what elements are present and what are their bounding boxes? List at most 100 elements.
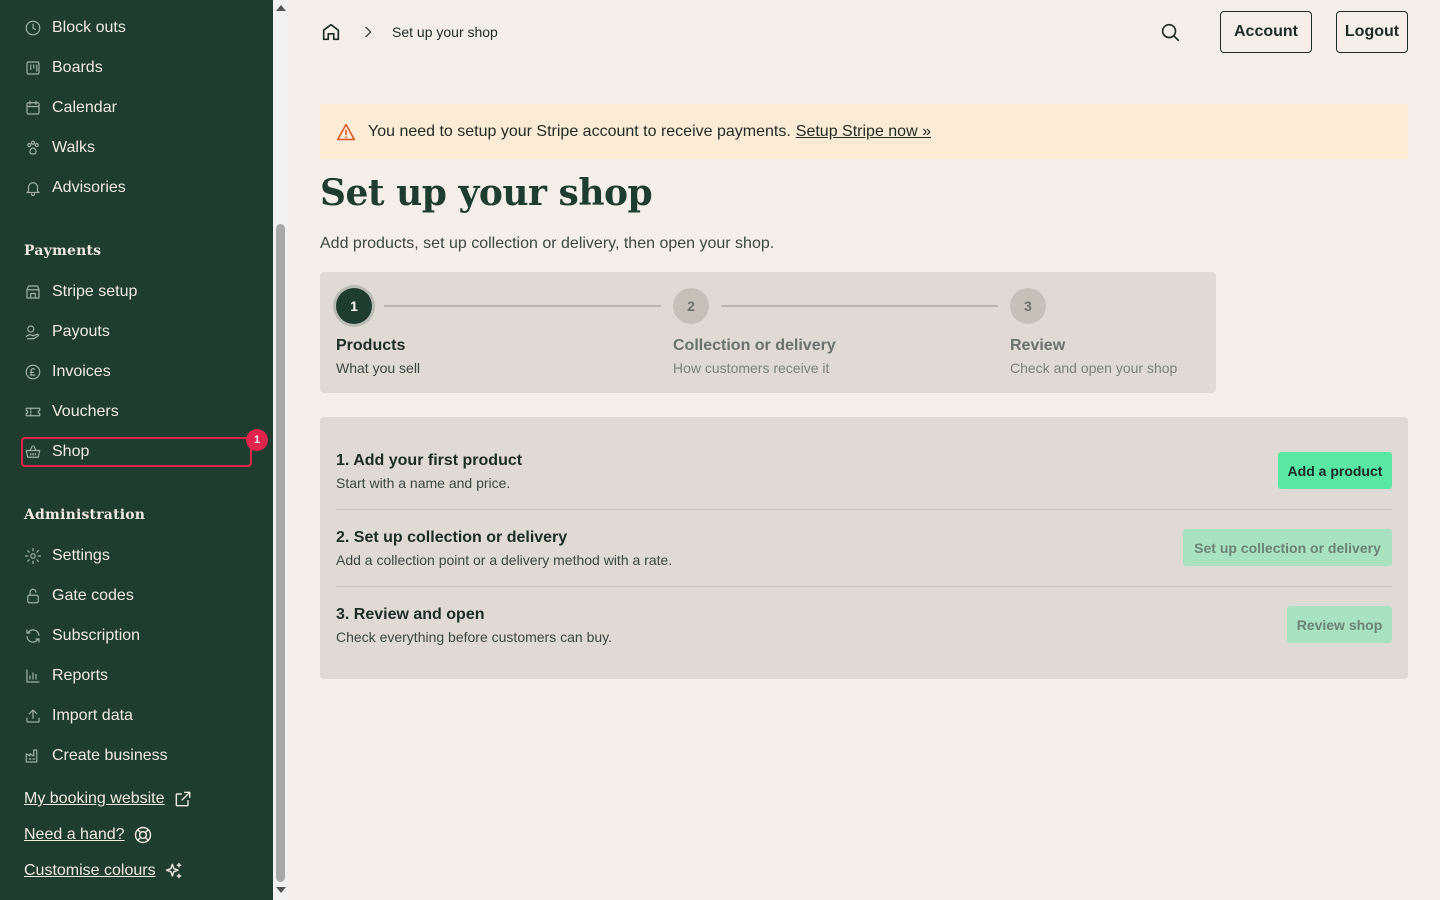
- search-icon: [1161, 23, 1180, 42]
- sidebar-item-payouts[interactable]: Payouts: [24, 318, 110, 346]
- logout-button[interactable]: Logout: [1336, 11, 1408, 53]
- step-1-circle: 1: [336, 288, 372, 324]
- sidebar-item-label: Boards: [52, 59, 103, 76]
- task-subtitle: Start with a name and price.: [336, 475, 511, 491]
- home-icon[interactable]: [320, 21, 342, 43]
- breadcrumb-current: Set up your shop: [392, 24, 498, 40]
- sidebar-item-vouchers[interactable]: Vouchers: [24, 398, 119, 426]
- external-link-icon: [175, 791, 190, 807]
- payouts-icon: [24, 323, 42, 341]
- sidebar-item-label: Walks: [52, 139, 95, 156]
- sidebar-item-reports[interactable]: Reports: [24, 662, 108, 690]
- account-button[interactable]: Account: [1220, 11, 1312, 53]
- notification-badge: 1: [246, 429, 268, 451]
- customise-colours-link[interactable]: Customise colours: [24, 861, 184, 881]
- sidebar-item-label: Reports: [52, 667, 109, 684]
- step-3-circle: 3: [1010, 288, 1046, 324]
- task-add-product: 1. Add your first product Start with a n…: [336, 433, 1392, 510]
- sparkles-icon: [165, 862, 181, 879]
- ticket-icon: [24, 403, 42, 421]
- setup-task-list: 1. Add your first product Start with a n…: [320, 417, 1408, 679]
- alert-message: You need to setup your Stripe account to…: [368, 122, 791, 140]
- clock-icon: [24, 19, 42, 37]
- sidebar-item-walks[interactable]: Walks: [24, 134, 95, 162]
- add-product-button[interactable]: Add a product: [1278, 452, 1392, 489]
- review-shop-button[interactable]: Review shop: [1287, 606, 1392, 643]
- set-up-collection-button[interactable]: Set up collection or delivery: [1183, 529, 1392, 566]
- task-title: 2. Set up collection or delivery: [336, 529, 568, 546]
- step-1-title: Products: [336, 337, 406, 354]
- task-title: 3. Review and open: [336, 606, 485, 623]
- board-icon: [24, 59, 42, 77]
- sidebar-item-boards[interactable]: Boards: [24, 54, 103, 82]
- sidebar-item-subscription[interactable]: Subscription: [24, 622, 140, 650]
- task-collection-delivery: 2. Set up collection or delivery Add a c…: [336, 510, 1392, 587]
- step-2-circle: 2: [673, 288, 709, 324]
- setup-stepper: 1 2 3 Products What you sell Collection …: [320, 272, 1216, 393]
- sidebar-item-label: Vouchers: [52, 403, 119, 420]
- sidebar-item-invoices[interactable]: Invoices: [24, 358, 111, 386]
- sidebar-scrollbar[interactable]: [273, 0, 288, 900]
- sidebar-item-label: Shop: [52, 443, 90, 460]
- sidebar: Block outs Boards Calendar Walks Advisor…: [0, 0, 273, 900]
- breadcrumb: Set up your shop: [320, 20, 498, 44]
- step-3-subtitle: Check and open your shop: [1010, 360, 1178, 376]
- sidebar-item-label: Settings: [52, 547, 110, 564]
- setup-stripe-link[interactable]: Setup Stripe now »: [796, 123, 931, 141]
- sidebar-item-create-business[interactable]: Create business: [24, 742, 168, 770]
- bell-icon: [24, 179, 42, 197]
- sidebar-item-label: Import data: [52, 707, 133, 724]
- sidebar-item-import-data[interactable]: Import data: [24, 702, 133, 730]
- basket-icon: [24, 443, 42, 461]
- administration-section-title: Administration: [24, 507, 146, 523]
- sidebar-item-calendar[interactable]: Calendar: [24, 94, 117, 122]
- sidebar-item-label: Create business: [52, 747, 168, 764]
- sidebar-item-label: Payouts: [52, 323, 110, 340]
- link-label: My booking website: [24, 790, 165, 807]
- scroll-down-arrow[interactable]: [276, 887, 286, 893]
- step-connector: [384, 305, 661, 307]
- sidebar-item-stripe-setup[interactable]: Stripe setup: [24, 278, 137, 306]
- sidebar-item-label: Block outs: [52, 19, 126, 36]
- step-1-subtitle: What you sell: [336, 360, 421, 376]
- step-connector: [721, 305, 998, 307]
- my-booking-website-link[interactable]: My booking website: [24, 789, 193, 809]
- paw-icon: [24, 139, 42, 157]
- payments-section-title: Payments: [24, 243, 102, 259]
- sidebar-item-block-outs[interactable]: Block outs: [24, 14, 126, 42]
- sidebar-item-label: Gate codes: [52, 587, 134, 604]
- lifebuoy-icon: [134, 826, 151, 844]
- upload-icon: [24, 707, 42, 725]
- lock-icon: [24, 587, 42, 605]
- chart-icon: [24, 667, 42, 685]
- refresh-icon: [24, 627, 42, 645]
- link-label: Customise colours: [24, 862, 156, 879]
- step-2-title: Collection or delivery: [673, 337, 836, 354]
- need-a-hand-link[interactable]: Need a hand?: [24, 825, 153, 845]
- link-label: Need a hand?: [24, 826, 125, 843]
- sidebar-item-label: Invoices: [52, 363, 111, 380]
- scroll-thumb[interactable]: [276, 224, 285, 882]
- sidebar-item-label: Advisories: [52, 179, 126, 196]
- sidebar-item-advisories[interactable]: Advisories: [24, 174, 126, 202]
- stripe-alert: You need to setup your Stripe account to…: [320, 104, 1408, 159]
- gear-icon: [24, 547, 42, 565]
- calendar-icon: [24, 99, 42, 117]
- page-subtitle: Add products, set up collection or deliv…: [320, 235, 775, 252]
- scroll-up-arrow[interactable]: [276, 5, 286, 11]
- chevron-right-icon: [365, 26, 372, 38]
- task-subtitle: Add a collection point or a delivery met…: [336, 552, 673, 568]
- page-title: Set up your shop: [320, 172, 653, 214]
- sidebar-item-label: Subscription: [52, 627, 141, 644]
- sidebar-item-label: Stripe setup: [52, 283, 138, 300]
- sidebar-item-label: Calendar: [52, 99, 117, 116]
- step-2-subtitle: How customers receive it: [673, 360, 830, 376]
- sidebar-item-settings[interactable]: Settings: [24, 542, 110, 570]
- warning-icon: [336, 123, 356, 140]
- step-3-title: Review: [1010, 337, 1066, 354]
- search-button[interactable]: [1159, 21, 1181, 43]
- sidebar-item-gate-codes[interactable]: Gate codes: [24, 582, 134, 610]
- task-title: 1. Add your first product: [336, 452, 523, 469]
- sidebar-item-shop[interactable]: Shop: [24, 438, 89, 466]
- factory-icon: [24, 747, 42, 765]
